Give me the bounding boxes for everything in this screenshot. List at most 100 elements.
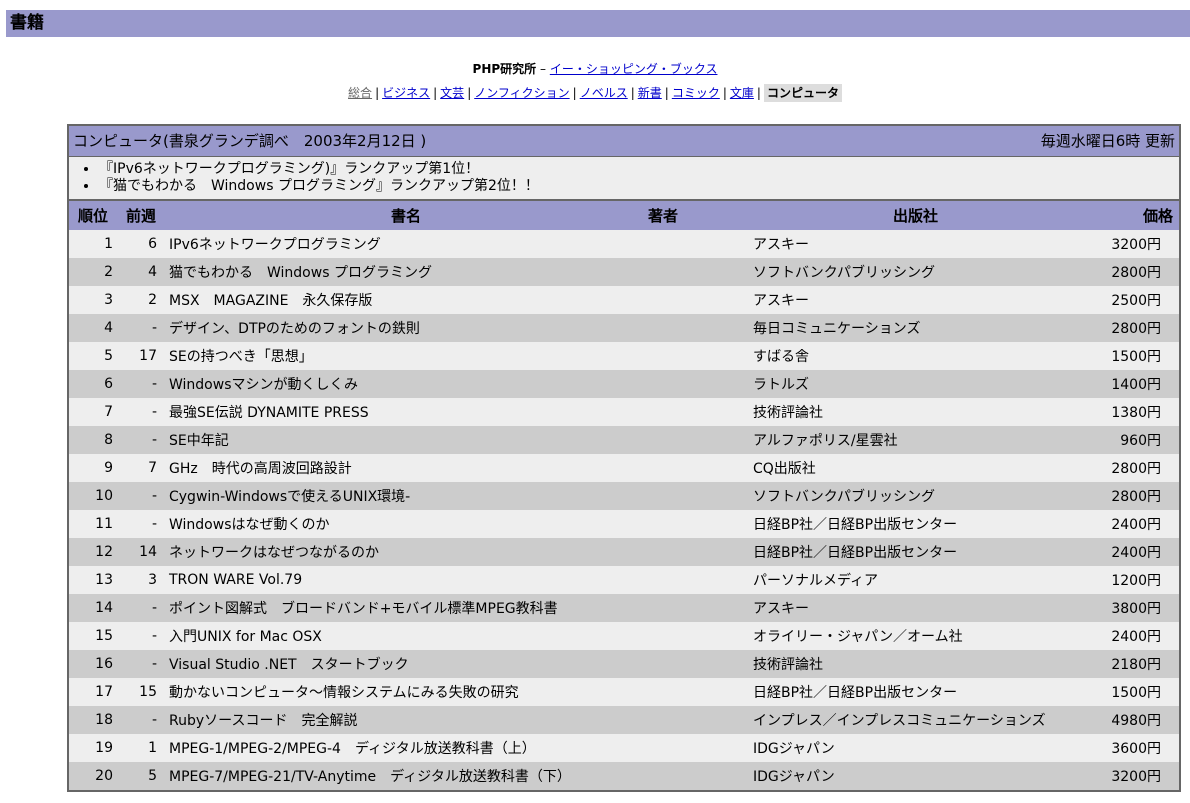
ranking-panel: コンピュータ(書泉グランデ調べ 2003年2月12日 ) 毎週水曜日6時 更新 … [67,124,1181,792]
publisher-cell: パーソナルメディア [749,566,1082,594]
price-cell: 1400円 [1082,370,1179,398]
rank-cell: 7 [69,398,117,426]
prev-week-cell: 4 [117,258,165,286]
nav-item[interactable]: ノベルス [580,86,628,100]
author-cell [647,650,749,678]
rank-cell: 19 [69,734,117,762]
nav-separator: | [375,86,380,100]
price-cell: 960円 [1082,426,1179,454]
rank-cell: 1 [69,230,117,258]
price-cell: 1380円 [1082,398,1179,426]
rank-cell: 5 [69,342,117,370]
rank-cell: 4 [69,314,117,342]
prev-week-cell: 7 [117,454,165,482]
nav-item[interactable]: 総合 [348,86,372,100]
rank-cell: 14 [69,594,117,622]
nav-item[interactable]: 新書 [638,86,662,100]
table-row: 5 17 SEの持つべき「思想」 すばる舎 1500円 [69,342,1179,370]
price-cell: 2400円 [1082,510,1179,538]
author-cell [647,706,749,734]
prev-week-cell: - [117,650,165,678]
table-row: 8- SE中年記 アルファポリス/星雲社 960円 [69,426,1179,454]
publisher-cell: アスキー [749,286,1082,314]
price-cell: 2400円 [1082,622,1179,650]
prev-week-cell: 3 [117,566,165,594]
publisher-dash: – [536,62,550,76]
author-cell [647,342,749,370]
price-cell: 1500円 [1082,678,1179,706]
rank-cell: 15 [69,622,117,650]
book-title-cell: 最強SE伝説 DYNAMITE PRESS [165,398,647,426]
table-row: 12 14 ネットワークはなぜつながるのか 日経BP社／日経BP出版センター 2400円 [69,538,1179,566]
nav-item[interactable]: 文芸 [440,86,464,100]
author-cell [647,370,749,398]
nav-item[interactable]: コミック [672,86,720,100]
publisher-cell: CQ出版社 [749,454,1082,482]
publisher-cell: 技術評論社 [749,650,1082,678]
author-cell [647,230,749,258]
table-row: 17 15 動かないコンピュータ～情報システムにみる失敗の研究 日経BP社／日経BP出… [69,678,1179,706]
e-shopping-books-link[interactable]: イー・ショッピング・ブックス [550,62,718,76]
publisher-cell: オライリー・ジャパン／オーム社 [749,622,1082,650]
rank-cell: 16 [69,650,117,678]
book-title-cell: Cygwin-Windowsで使えるUNIX環境- [165,482,647,510]
publisher-cell: IDGジャパン [749,762,1082,790]
price-cell: 3200円 [1082,762,1179,790]
table-row: 3 2 MSX MAGAZINE 永久保存版 アスキー 2500円 [69,286,1179,314]
publisher-cell: アルファポリス/星雲社 [749,426,1082,454]
price-cell: 2400円 [1082,538,1179,566]
rank-cell: 17 [69,678,117,706]
price-cell: 2800円 [1082,482,1179,510]
table-row: 7- 最強SE伝説 DYNAMITE PRESS 技術評論社 1380円 [69,398,1179,426]
section-title: コンピュータ(書泉グランデ調べ 2003年2月12日 ) [73,132,427,150]
author-cell [647,510,749,538]
col-title: 書名 [165,201,647,230]
author-cell [647,762,749,790]
prev-week-cell: 2 [117,286,165,314]
nav-item[interactable]: ビジネス [382,86,430,100]
book-title-cell: GHz 時代の高周波回路設計 [165,454,647,482]
book-title-cell: 動かないコンピュータ～情報システムにみる失敗の研究 [165,678,647,706]
author-cell [647,594,749,622]
nav-separator: | [756,86,761,100]
book-title-cell: Rubyソースコード 完全解説 [165,706,647,734]
nav-separator: | [722,86,727,100]
author-cell [647,566,749,594]
author-cell [647,678,749,706]
ranking-table: 順位 前週 書名 著者 出版社 価格 1 6 IPv6ネットワークプログラミング アス… [69,201,1179,790]
nav-separator: | [572,86,577,100]
nav-separator: | [433,86,438,100]
table-row: 15- 入門UNIX for Mac OSX オライリー・ジャパン／オーム社 2400… [69,622,1179,650]
book-title-cell: SE中年記 [165,426,647,454]
nav-item: コンピュータ [763,84,842,102]
prev-week-cell: - [117,398,165,426]
book-title-cell: Windowsはなぜ動くのか [165,510,647,538]
author-cell [647,734,749,762]
book-title-cell: SEの持つべき「思想」 [165,342,647,370]
update-schedule: 毎週水曜日6時 更新 [1040,132,1175,150]
author-cell [647,482,749,510]
book-title-cell: MPEG-7/MPEG-21/TV-Anytime ディジタル放送教科書（下） [165,762,647,790]
price-cell: 2800円 [1082,454,1179,482]
nav-item[interactable]: 文庫 [730,86,754,100]
price-cell: 2800円 [1082,258,1179,286]
news-item: 『猫でもわかる Windows プログラミング』ランクアップ第2位！！ [99,178,1179,195]
nav-separator: | [664,86,669,100]
table-row: 4- デザイン、DTPのためのフォントの鉄則 毎日コミュニケーションズ 2800円 [69,314,1179,342]
table-row: 14- ポイント図解式 ブロードバンド+モバイル標準MPEG教科書 アスキー 3800… [69,594,1179,622]
author-cell [647,258,749,286]
rank-cell: 2 [69,258,117,286]
rank-cell: 8 [69,426,117,454]
prev-week-cell: 14 [117,538,165,566]
price-cell: 1500円 [1082,342,1179,370]
author-cell [647,398,749,426]
table-row: 10- Cygwin-Windowsで使えるUNIX環境- ソフトバンクパブリッシン… [69,482,1179,510]
prev-week-cell: 1 [117,734,165,762]
publisher-cell: 技術評論社 [749,398,1082,426]
nav-item[interactable]: ノンフィクション [474,86,569,100]
col-author: 著者 [647,201,749,230]
book-title-cell: TRON WARE Vol.79 [165,566,647,594]
page-title: 書籍 [6,10,1190,37]
author-cell [647,286,749,314]
author-cell [647,622,749,650]
